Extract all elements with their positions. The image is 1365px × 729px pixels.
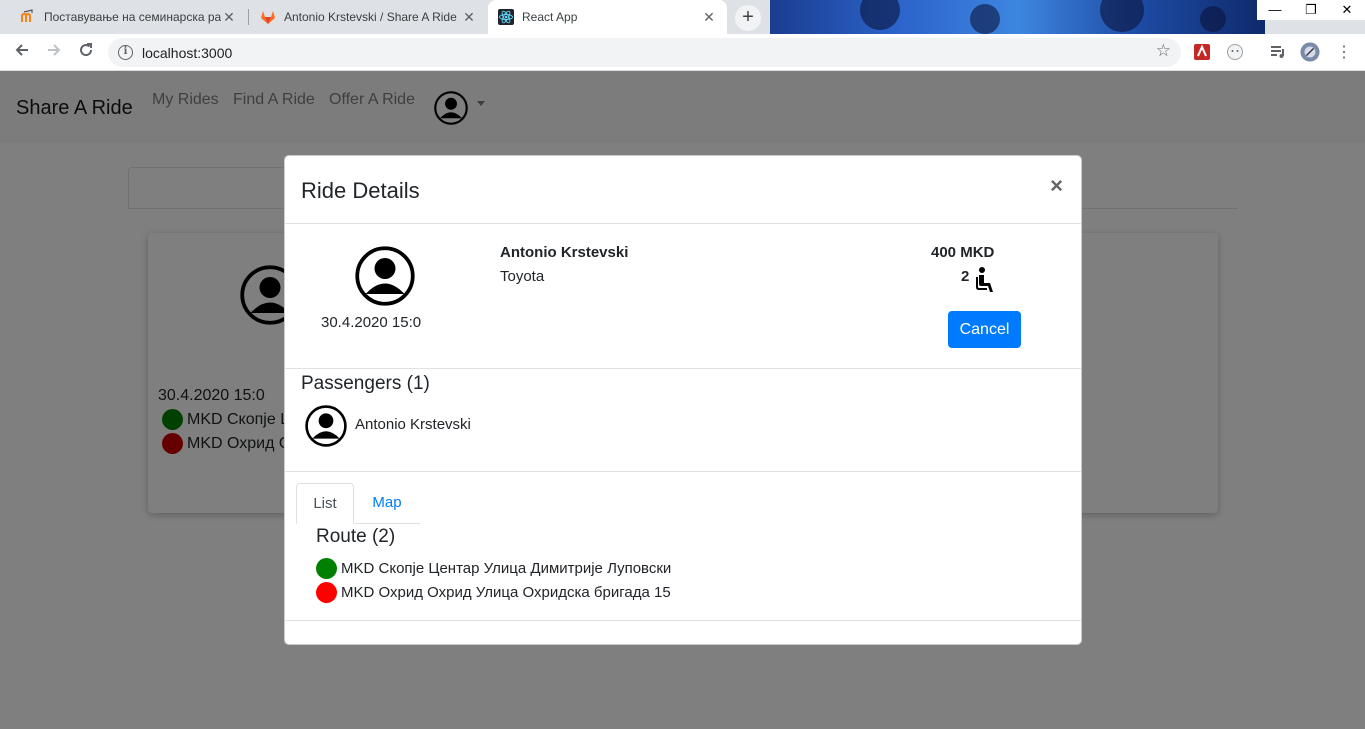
media-playlist-icon[interactable] (1268, 42, 1288, 62)
back-button[interactable] (9, 40, 35, 66)
browser-tab-moodle[interactable]: Поставување на семинарска ра ✕ (10, 0, 247, 34)
passengers-section: Passengers (1) Antonio Krstevski (285, 369, 1081, 472)
ride-details-modal: Ride Details × 30.4.2020 15:0 Antonio Kr… (284, 155, 1082, 645)
car-model: Toyota (500, 268, 545, 285)
minimize-window-button[interactable]: — (1257, 0, 1293, 20)
gitlab-icon (260, 9, 276, 25)
driver-avatar-icon (355, 246, 415, 306)
modal-title: Ride Details (301, 178, 420, 203)
tab-title: React App (522, 10, 578, 24)
reload-icon (80, 43, 93, 57)
close-window-button[interactable]: ✕ (1329, 0, 1365, 20)
ride-price: 400 MKD (931, 244, 995, 261)
tab-separator (248, 9, 249, 25)
stop-label: MKD Скопје Центар Улица Димитрије Луповс… (341, 560, 672, 577)
reload-button[interactable] (73, 40, 99, 66)
available-seats: 2 (961, 268, 970, 285)
passenger-avatar-icon (305, 405, 347, 447)
bookmark-star-icon[interactable]: ☆ (1156, 41, 1171, 61)
address-bar[interactable]: i ☆ (108, 38, 1181, 67)
route-stop: MKD Скопје Центар Улица Димитрије Луповс… (316, 558, 671, 579)
forward-arrow-icon (48, 44, 61, 56)
forward-button[interactable] (41, 40, 67, 66)
tab-map[interactable]: Map (354, 483, 420, 524)
back-arrow-icon (15, 44, 28, 56)
tab-list[interactable]: List (296, 483, 354, 524)
seat-icon (976, 267, 993, 292)
browser-tab-gitlab[interactable]: Antonio Krstevski / Share A Ride ✕ (250, 0, 487, 34)
new-tab-button[interactable]: + (735, 5, 761, 31)
browser-toolbar: i ☆ ⋮ (0, 34, 1365, 71)
react-icon (498, 9, 514, 25)
browser-menu-icon[interactable]: ⋮ (1334, 42, 1354, 62)
route-title: Route (2) (316, 526, 396, 547)
extension-face-icon[interactable] (1225, 42, 1245, 62)
profile-avatar-icon[interactable] (1300, 42, 1320, 62)
tab-close-icon[interactable]: ✕ (701, 9, 717, 26)
stop-label: MKD Охрид Охрид Улица Охридска бригада 1… (341, 584, 671, 601)
moodle-icon (20, 9, 36, 25)
url-input[interactable] (142, 42, 1122, 63)
passenger-name: Antonio Krstevski (355, 416, 471, 433)
maximize-window-button[interactable]: ❐ (1293, 0, 1329, 20)
tab-title: Поставување на семинарска ра (44, 10, 221, 24)
browser-tabstrip: Поставување на семинарска ра ✕ Antonio K… (0, 0, 1365, 34)
browser-tab-react-app[interactable]: React App ✕ (488, 0, 727, 34)
site-info-icon[interactable]: i (118, 45, 133, 60)
driver-section: 30.4.2020 15:0 Antonio Krstevski Toyota … (285, 224, 1081, 369)
driver-name: Antonio Krstevski (500, 244, 629, 261)
tab-close-icon[interactable]: ✕ (461, 9, 477, 26)
route-section: List Map Route (2) MKD Скопје Центар Ули… (285, 472, 1081, 621)
start-stop-dot (316, 558, 337, 579)
tab-title: Antonio Krstevski / Share A Ride (284, 10, 457, 24)
desktop-wallpaper (770, 0, 1265, 34)
close-icon[interactable]: × (1050, 174, 1063, 198)
extension-red-icon[interactable] (1192, 42, 1212, 62)
cancel-button[interactable]: Cancel (948, 311, 1021, 348)
tab-close-icon[interactable]: ✕ (221, 9, 237, 26)
route-stop: MKD Охрид Охрид Улица Охридска бригада 1… (316, 582, 671, 603)
end-stop-dot (316, 582, 337, 603)
ride-date: 30.4.2020 15:0 (321, 314, 422, 331)
route-tabs: List Map (296, 483, 420, 524)
passengers-title: Passengers (1) (301, 373, 430, 394)
modal-header: Ride Details × (285, 156, 1081, 224)
